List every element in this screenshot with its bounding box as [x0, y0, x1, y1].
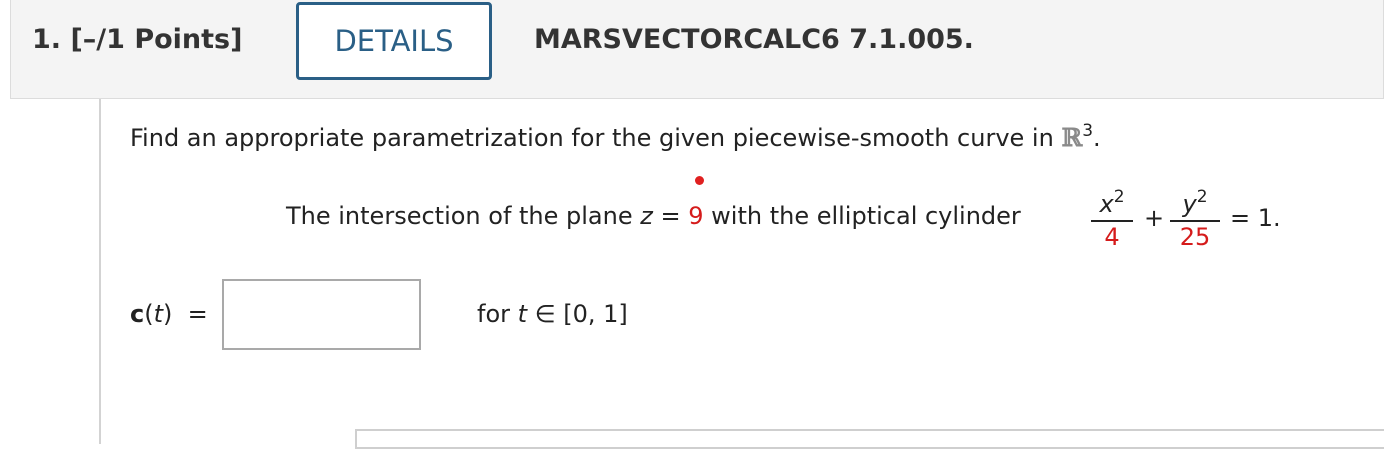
function-variable: t [153, 300, 164, 328]
points-label: [–/1 Points] [70, 24, 243, 55]
equation-rhs: = 1. [1230, 204, 1281, 232]
fraction-y-denominator: 25 [1179, 223, 1211, 251]
space-exponent: 3 [1082, 121, 1094, 141]
fraction-y-numerator: y2 [1182, 187, 1208, 219]
function-name: c [130, 300, 145, 328]
prompt-text: Find an appropriate parametrization for … [130, 124, 1062, 152]
plus-sign: + [1144, 204, 1165, 232]
statement-equals: = [652, 202, 689, 230]
real-space-symbol: ℝ [1061, 123, 1083, 152]
question-number: 1. [32, 24, 62, 55]
domain-interval: [0, 1] [563, 300, 628, 328]
fraction-x-denominator: 4 [1104, 223, 1120, 251]
plane-value: 9 [688, 202, 704, 230]
details-button[interactable]: DETAILS [296, 2, 492, 80]
question-prompt: Find an appropriate parametrization for … [130, 121, 1101, 153]
variable-indicator-dot [695, 176, 704, 185]
question-code: MARSVECTORCALC6 7.1.005. [534, 24, 974, 55]
statement-text-before: The intersection of the plane [286, 202, 641, 230]
prompt-end: . [1093, 124, 1101, 152]
answer-equals: = [187, 300, 208, 328]
domain-variable: t [517, 300, 528, 328]
fraction-y: y2 25 [1170, 188, 1220, 252]
statement-text-after: with the elliptical cylinder [703, 202, 1021, 230]
question-points: 1. [–/1 Points] [32, 24, 242, 55]
curve-statement: The intersection of the plane z = 9 with… [286, 202, 1021, 230]
parameter-domain: for t ∈ [0, 1] [477, 300, 628, 328]
fraction-x-numerator: x2 [1099, 187, 1125, 219]
next-panel-edge [355, 429, 1384, 449]
variable-z: z [640, 202, 653, 230]
fraction-x: x2 4 [1091, 188, 1133, 252]
parametrization-answer-input[interactable] [222, 279, 421, 350]
answer-label: c(t) = [130, 300, 208, 328]
